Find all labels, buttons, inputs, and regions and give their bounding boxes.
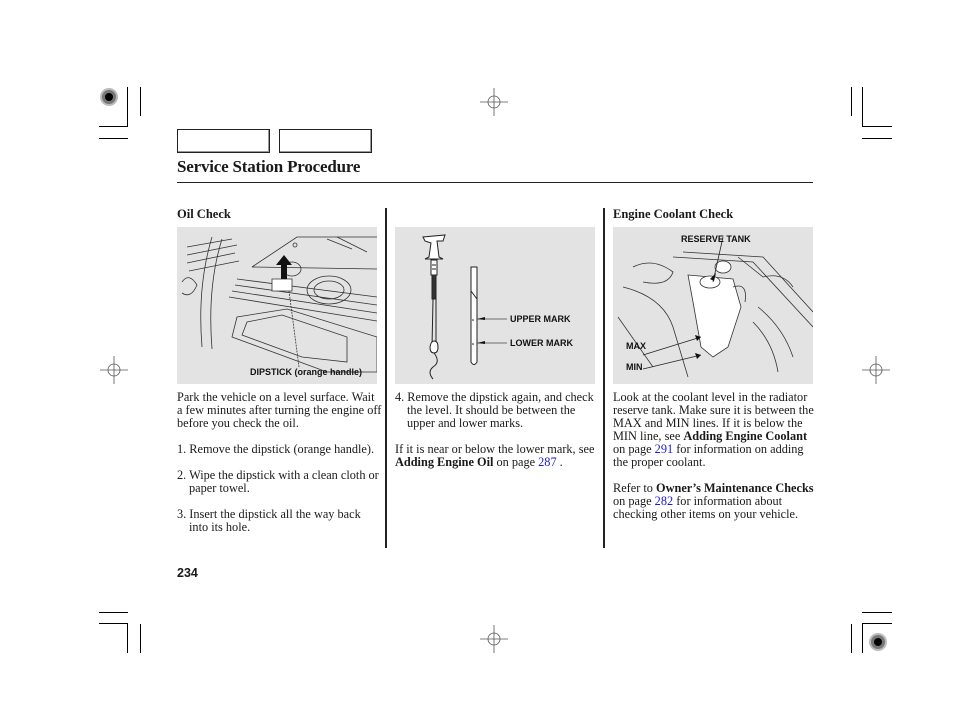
min-callout: MIN <box>626 362 643 372</box>
coolant-text: Look at the coolant level in the radiato… <box>613 391 818 534</box>
engine-illustration <box>181 236 377 373</box>
coolant-figure: RESERVE TANK MAX MIN <box>613 227 813 384</box>
coolant-para-1: Look at the coolant level in the radiato… <box>613 391 818 469</box>
oil-check-figure: DIPSTICK (orange handle) <box>177 227 377 384</box>
section-heading-oil-check: Oil Check <box>177 207 231 221</box>
coolant-tank-illustration <box>617 236 813 378</box>
crosshair-circle-icon <box>862 356 890 384</box>
oil-step-4: 4. Remove the dipstick again, and check … <box>395 390 594 430</box>
adding-engine-coolant-ref: Adding Engine Coolant <box>683 429 808 443</box>
radial-target-icon <box>869 633 887 651</box>
max-callout: MAX <box>626 341 646 351</box>
page-link-291[interactable]: 291 <box>655 442 673 456</box>
page-title: Service Station Procedure <box>177 157 361 176</box>
oil-step-2: 2. Wipe the dipstick with a clean cloth … <box>177 468 379 495</box>
title-rule <box>177 182 813 183</box>
dipstick-illustration <box>422 234 507 380</box>
lower-mark-callout: LOWER MARK <box>510 338 573 348</box>
note-text: If it is near or below the lower mark, s… <box>395 442 595 456</box>
note-text: . <box>556 455 563 469</box>
column-divider <box>385 208 387 548</box>
crosshair-circle-icon <box>100 356 128 384</box>
owners-maintenance-checks-ref: Owner’s Maintenance Checks <box>656 481 814 495</box>
low-oil-note: If it is near or below the lower mark, s… <box>395 443 600 469</box>
page-link-287[interactable]: 287 <box>538 455 556 469</box>
para-text: on page <box>613 442 655 456</box>
column-divider <box>603 208 605 548</box>
page-link-282[interactable]: 282 <box>655 494 673 508</box>
crosshair-circle-icon <box>480 88 508 116</box>
para-text: Refer to <box>613 481 657 495</box>
upper-mark-callout: UPPER MARK <box>510 314 571 324</box>
radial-target-icon <box>100 88 118 106</box>
oil-check-text: Park the vehicle on a level surface. Wai… <box>177 391 382 547</box>
crosshair-circle-icon <box>480 625 508 653</box>
oil-step-1: 1. Remove the dipstick (orange handle). <box>177 442 375 456</box>
page-number: 234 <box>177 566 198 580</box>
nav-tab-2[interactable] <box>279 129 372 153</box>
nav-tab-1[interactable] <box>177 129 270 153</box>
reserve-tank-callout: RESERVE TANK <box>681 234 751 244</box>
coolant-para-2: Refer to Owner’s Maintenance Checks on p… <box>613 482 818 521</box>
note-text: on page <box>493 455 539 469</box>
para-text: on page <box>613 494 655 508</box>
adding-engine-oil-ref: Adding Engine Oil <box>395 455 494 469</box>
dipstick-text: 4. Remove the dipstick again, and check … <box>395 391 600 482</box>
dipstick-figure: UPPER MARK LOWER MARK <box>395 227 595 384</box>
dipstick-callout: DIPSTICK (orange handle) <box>250 367 363 377</box>
oil-check-intro: Park the vehicle on a level surface. Wai… <box>177 390 382 430</box>
oil-step-3: 3. Insert the dipstick all the way back … <box>177 507 361 534</box>
section-heading-coolant-check: Engine Coolant Check <box>613 207 734 221</box>
